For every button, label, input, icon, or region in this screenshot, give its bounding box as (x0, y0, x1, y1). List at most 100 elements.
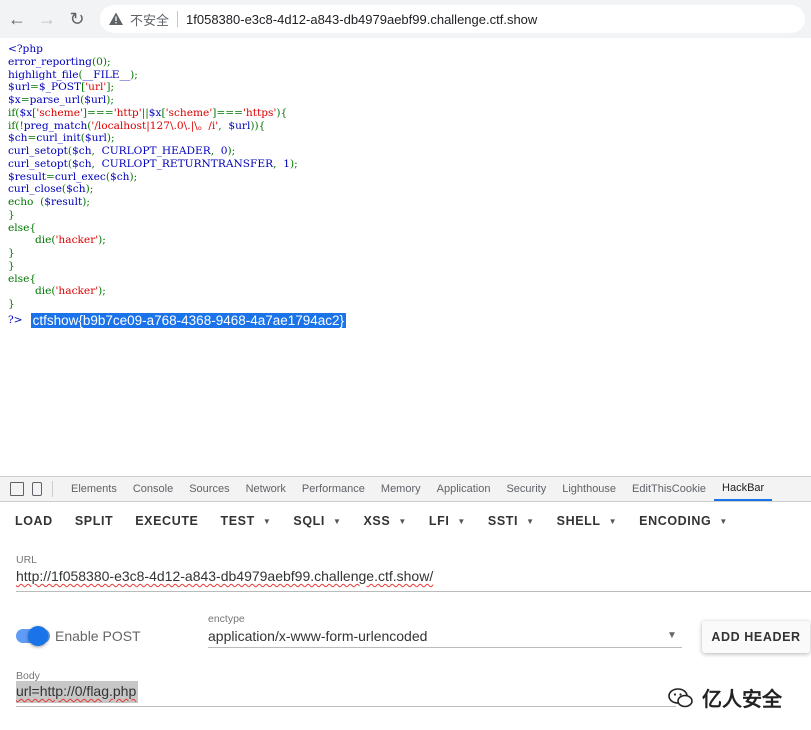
wechat-logo-icon (668, 687, 693, 707)
code-token: echo ( (8, 196, 45, 208)
code-line: <?php (8, 43, 298, 56)
code-token: die( (8, 234, 56, 247)
browser-toolbar: ← → ↻ 不安全 1f058380-e3c8-4d12-a843-db4979… (0, 0, 811, 38)
code-line: if(!preg_match('/localhost|127\.0\.|\。/i… (8, 120, 298, 133)
hackbar-panel: URL http://1f058380-e3c8-4d12-a843-db497… (0, 540, 811, 730)
lfi-button[interactable]: LFI ▼ (429, 514, 466, 528)
devtools-tab-network[interactable]: Network (238, 477, 294, 501)
warning-icon (109, 12, 123, 25)
split-button[interactable]: SPLIT (75, 514, 113, 528)
code-token: $url (84, 94, 107, 106)
code-token: error_reporting (8, 55, 92, 68)
devtools-tab-application[interactable]: Application (429, 477, 499, 501)
code-token: $x (8, 94, 21, 106)
code-token: if( (8, 106, 20, 119)
reload-icon[interactable]: ↻ (64, 6, 90, 32)
code-token: )) (250, 119, 259, 132)
code-line: if($x['scheme']==='http'||$x['scheme']==… (8, 107, 298, 120)
code-line: else{ (8, 273, 298, 286)
devtools-tab-sources[interactable]: Sources (181, 477, 237, 501)
sqli-button[interactable]: SQLI ▼ (293, 514, 341, 528)
code-token: ); (106, 132, 115, 145)
code-token: curl_setopt (8, 157, 68, 170)
devtools-tab-console[interactable]: Console (125, 477, 181, 501)
caret-down-icon: ▼ (457, 516, 466, 526)
add-header-button[interactable]: ADD HEADER (702, 621, 810, 653)
code-token: '/localhost|127\.0\.|\。/i' (91, 119, 219, 132)
devtools-divider (52, 481, 53, 497)
code-token: ); (289, 157, 298, 170)
hackbar-button-label: SQLI (293, 514, 325, 528)
code-line: curl_setopt($ch, CURLOPT_RETURNTRANSFER,… (8, 158, 298, 171)
test-button[interactable]: TEST ▼ (221, 514, 272, 528)
back-arrow-icon[interactable]: ← (4, 6, 30, 32)
address-url[interactable]: 1f058380-e3c8-4d12-a843-db4979aebf99.cha… (186, 12, 537, 27)
devtools-tab-security[interactable]: Security (498, 477, 554, 501)
code-token: || (141, 106, 149, 119)
xss-button[interactable]: XSS ▼ (364, 514, 407, 528)
execute-button[interactable]: EXECUTE (135, 514, 198, 528)
enctype-underline (208, 647, 682, 648)
code-token: 'hacker' (55, 285, 99, 298)
php-source-code: <?php error_reporting(0); highlight_file(_… (8, 43, 298, 311)
devtools-tab-editthiscookie[interactable]: EditThisCookie (624, 477, 714, 501)
forward-arrow-icon[interactable]: → (34, 6, 60, 32)
code-token: , (91, 157, 102, 170)
address-bar[interactable]: 不安全 1f058380-e3c8-4d12-a843-db4979aebf99… (100, 5, 805, 33)
code-token: highlight_file (8, 68, 79, 81)
devtools-tab-performance[interactable]: Performance (294, 477, 373, 501)
body-underline (16, 706, 676, 707)
code-line: echo ($result); (8, 196, 298, 209)
devtools-tab-hackbar[interactable]: HackBar (714, 477, 773, 501)
code-line: curl_setopt($ch, CURLOPT_HEADER, 0); (8, 145, 298, 158)
code-token: 'http' (113, 106, 142, 119)
code-line: $ch=curl_init($url); (8, 132, 298, 145)
hackbar-button-label: SHELL (556, 514, 601, 528)
caret-down-icon: ▼ (719, 516, 728, 526)
code-token: __FILE__ (82, 68, 131, 81)
devtools-tab-elements[interactable]: Elements (63, 477, 125, 501)
code-token: die( (8, 285, 56, 298)
ssti-button[interactable]: SSTI ▼ (488, 514, 535, 528)
code-line: error_reporting(0); (8, 56, 298, 69)
url-input[interactable]: http://1f058380-e3c8-4d12-a843-db4979aeb… (16, 568, 433, 584)
code-token: 0 (220, 145, 228, 157)
hackbar-button-label: SSTI (487, 514, 519, 528)
inspect-element-icon[interactable] (10, 482, 24, 496)
encoding-button[interactable]: ENCODING ▼ (639, 514, 728, 528)
code-token: 'https' (243, 106, 277, 119)
code-token: else{ (8, 221, 37, 234)
code-token: ); (129, 170, 138, 183)
code-token: curl_exec (54, 170, 106, 183)
shell-button[interactable]: SHELL ▼ (557, 514, 618, 528)
load-button[interactable]: LOAD (15, 514, 53, 528)
code-token: ); (85, 183, 94, 196)
devtools-tabbar: Elements Console Sources Network Performance… (0, 476, 811, 502)
code-line: } (8, 260, 298, 273)
code-token: <?php (8, 43, 43, 55)
enctype-dropdown-icon[interactable]: ▼ (667, 630, 677, 641)
device-toolbar-icon[interactable] (32, 482, 42, 496)
code-line: } (8, 247, 298, 260)
enctype-select[interactable]: application/x-www-form-urlencoded (208, 628, 427, 644)
devtools-tab-memory[interactable]: Memory (373, 477, 429, 501)
code-line: die('hacker'); (8, 234, 298, 247)
enable-post-label: Enable POST (55, 628, 141, 644)
code-token: $ch (8, 132, 28, 145)
hackbar-button-label: LFI (428, 514, 450, 528)
php-close-tag: ?> (8, 314, 23, 326)
devtools-tab-lighthouse[interactable]: Lighthouse (554, 477, 624, 501)
code-token: parse_url (29, 94, 81, 106)
code-token: 'scheme' (165, 106, 213, 119)
code-token: { (258, 119, 266, 132)
hackbar-button-label: TEST (220, 514, 255, 528)
body-input[interactable]: url=http://0/flag.php (16, 681, 139, 703)
enable-post-toggle[interactable] (28, 626, 48, 646)
code-token: ]=== (82, 106, 114, 119)
caret-down-icon: ▼ (608, 516, 618, 526)
code-token: = (45, 170, 55, 183)
code-token: ]=== (212, 106, 244, 119)
code-token: $result (8, 170, 46, 183)
hackbar-button-label: LOAD (15, 514, 53, 528)
devtools-tabs: Elements Console Sources Network Performance… (63, 477, 773, 501)
